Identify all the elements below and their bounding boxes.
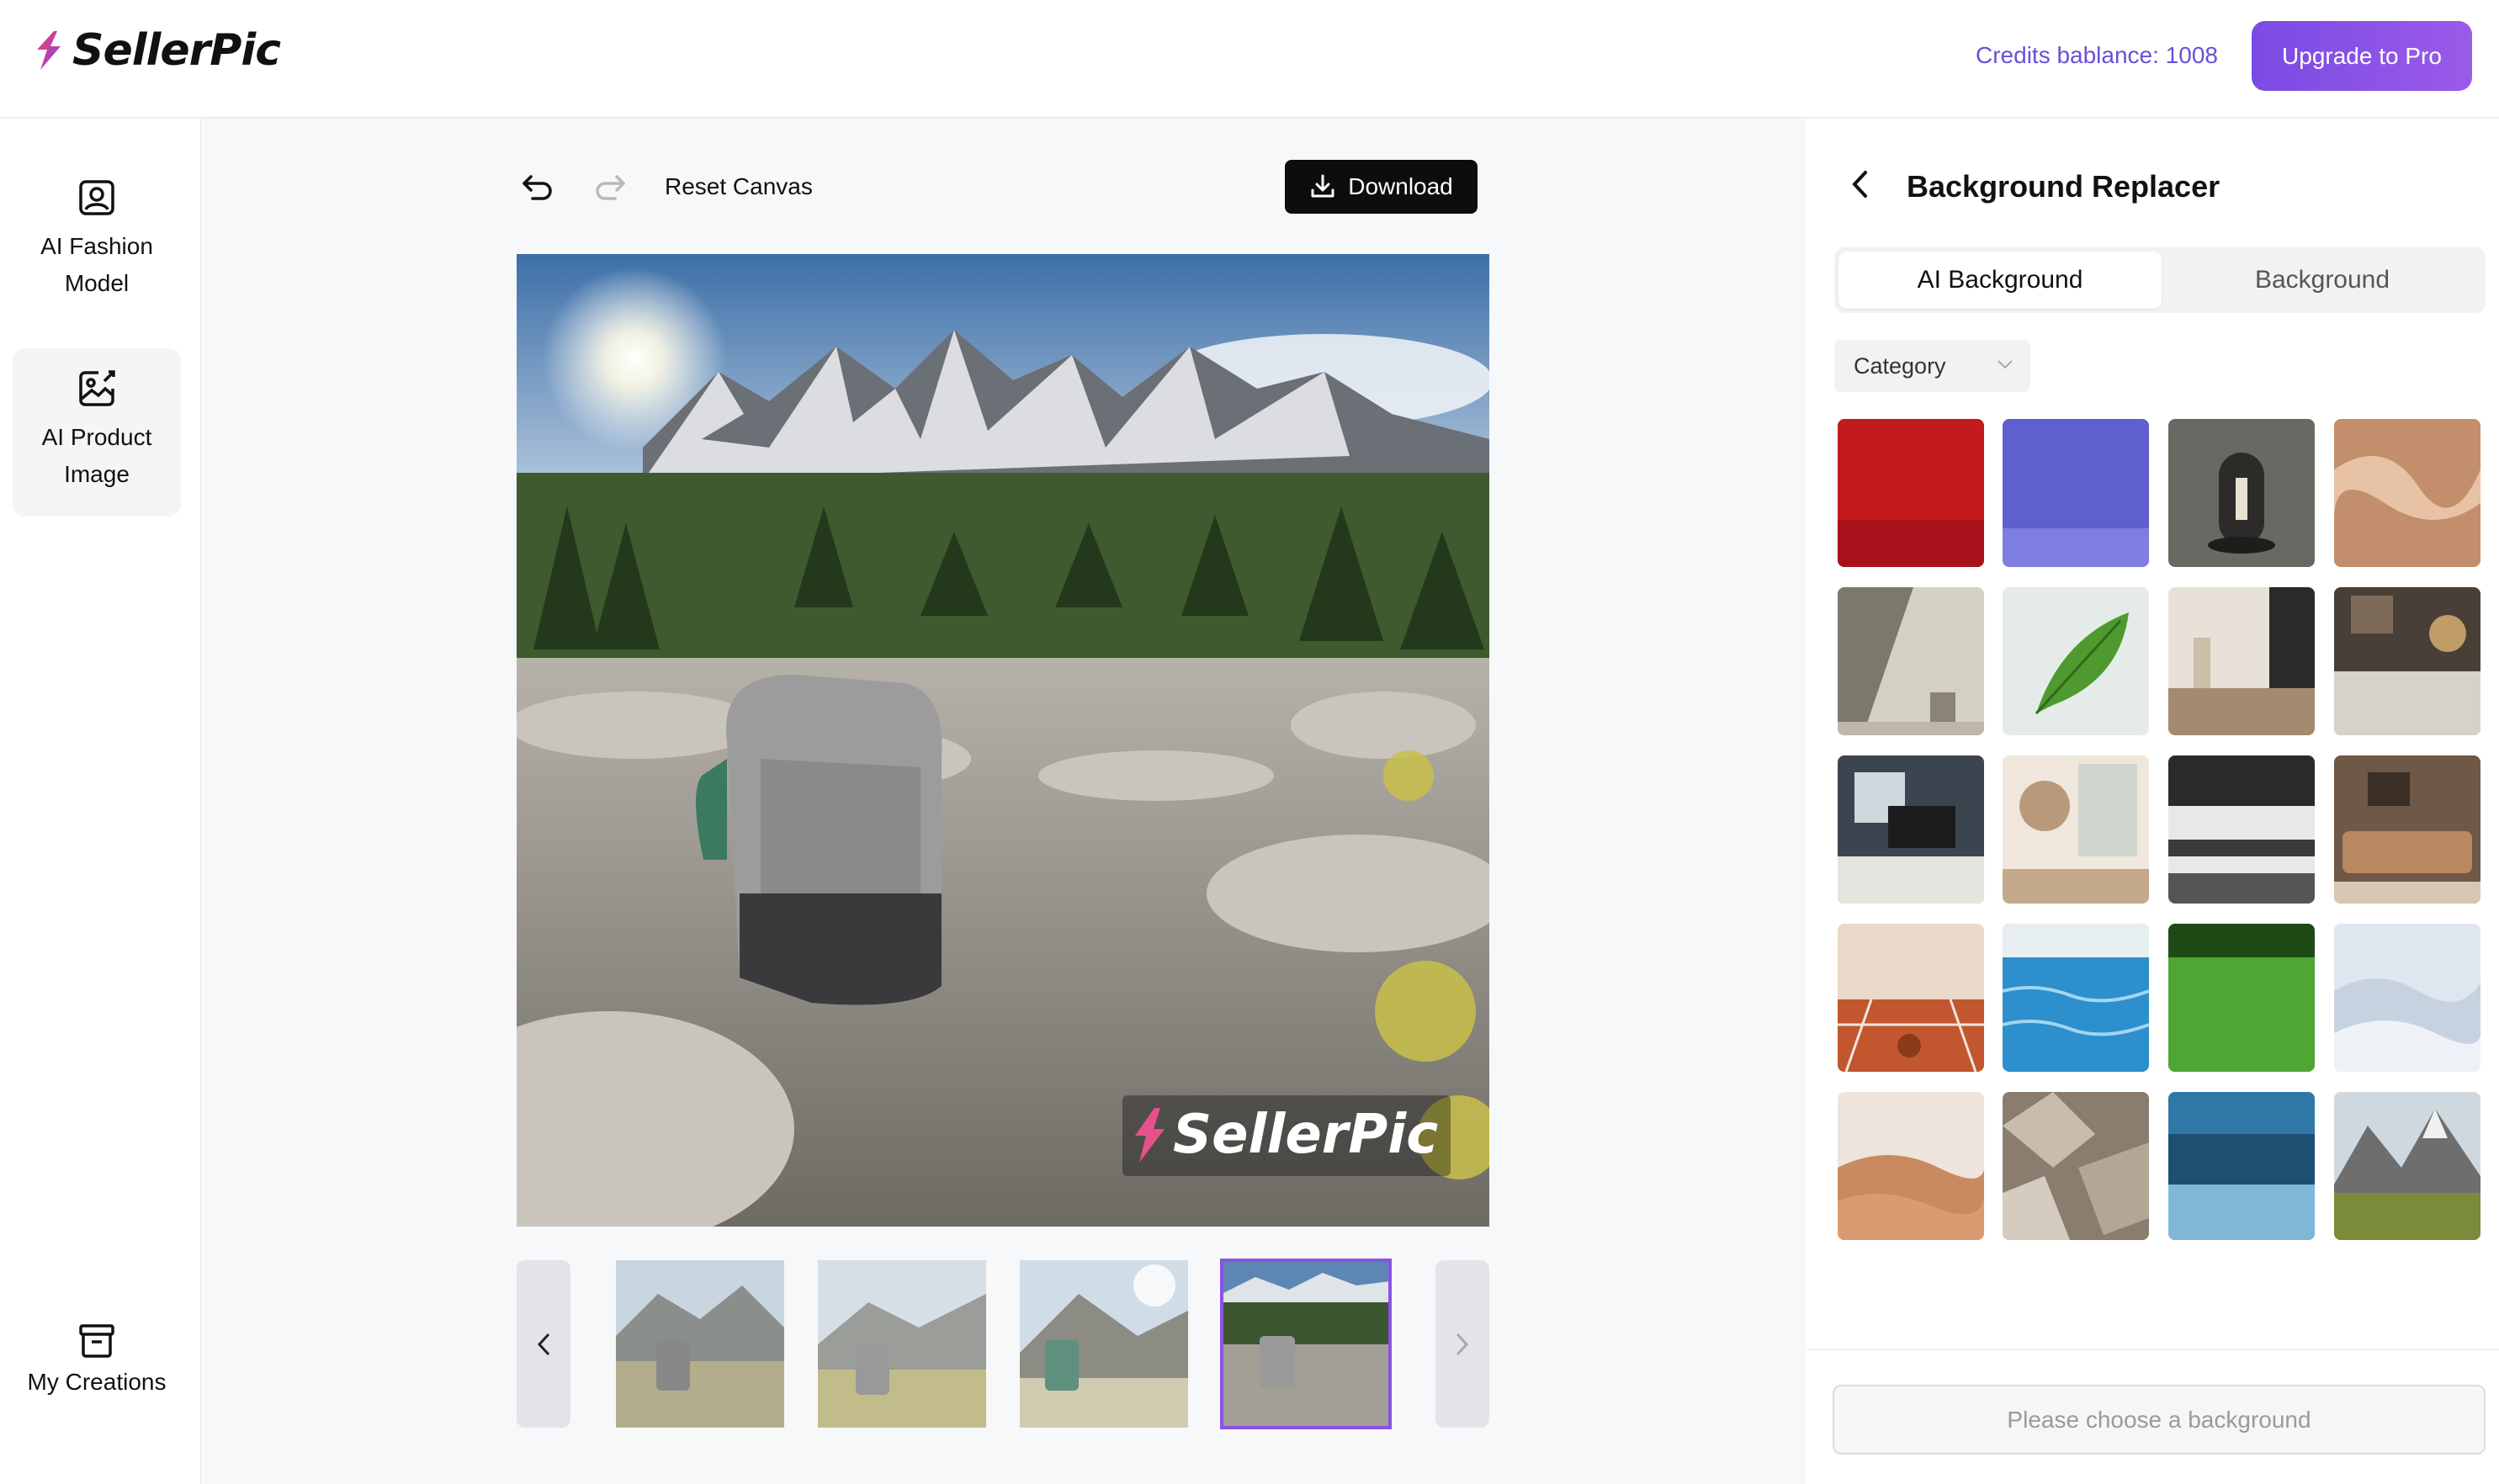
category-dropdown[interactable]: Category xyxy=(1834,340,2030,392)
chevron-right-icon xyxy=(1456,1333,1469,1355)
tile-image xyxy=(2003,419,2149,567)
image-edit-icon xyxy=(79,370,115,406)
tile-image xyxy=(2003,1092,2149,1240)
tile-image xyxy=(1838,924,1984,1072)
undo-button[interactable] xyxy=(517,167,559,209)
thumbnail-image xyxy=(818,1260,986,1428)
thumbnails-next-button[interactable] xyxy=(1435,1260,1489,1428)
tile-image xyxy=(2334,587,2480,735)
background-tile-living-sofa[interactable] xyxy=(2334,755,2480,904)
background-tile-shadow-wall[interactable] xyxy=(1838,587,1984,735)
download-label: Download xyxy=(1348,173,1453,199)
person-card-icon xyxy=(79,180,114,215)
upgrade-button[interactable]: Upgrade to Pro xyxy=(2252,21,2472,91)
background-tile-purple-studio[interactable] xyxy=(2003,419,2149,567)
tab-ai-background[interactable]: AI Background xyxy=(1838,252,2162,309)
background-tile-grass-field[interactable] xyxy=(2168,924,2315,1072)
tile-image xyxy=(2334,419,2480,567)
chevron-down-icon xyxy=(1998,360,2013,369)
tile-image xyxy=(1838,755,1984,904)
undo-icon xyxy=(523,175,552,200)
watermark-text: SellerPic xyxy=(1173,1104,1438,1166)
tile-image xyxy=(2168,755,2315,904)
sidebar-item-label: AI Product Image xyxy=(41,424,152,487)
thumbnail-4-selected[interactable] xyxy=(1220,1259,1392,1429)
redo-icon xyxy=(596,175,625,200)
sidebar-item-label: My Creations xyxy=(27,1369,167,1395)
background-tile-satin-fabric[interactable] xyxy=(2334,419,2480,567)
mountain-backpack-photo: SellerPic xyxy=(517,254,1489,1227)
reset-canvas-button[interactable]: Reset Canvas xyxy=(665,173,813,200)
tab-background[interactable]: Background xyxy=(2161,252,2484,309)
tile-image xyxy=(1838,1092,1984,1240)
background-tile-office-desk[interactable] xyxy=(1838,755,1984,904)
top-header: SellerPic Credits bablance: 1008 Upgrade… xyxy=(0,0,2499,119)
thumbnail-image xyxy=(1020,1260,1188,1428)
sidebar-item-ai-product-image[interactable]: AI Product Image xyxy=(13,348,181,517)
background-tile-kitchen-shelf[interactable] xyxy=(2168,755,2315,904)
background-tile-bedroom[interactable] xyxy=(2334,587,2480,735)
tile-image xyxy=(2003,755,2149,904)
download-button[interactable]: Download xyxy=(1285,160,1478,214)
archive-box-icon xyxy=(79,1324,114,1358)
tile-image xyxy=(1838,587,1984,735)
tile-image xyxy=(2168,587,2315,735)
sidebar-item-label: AI Fashion Model xyxy=(40,233,153,296)
main-canvas-image[interactable]: SellerPic xyxy=(517,254,1489,1227)
tile-image xyxy=(2168,419,2315,567)
thumbnails-prev-button[interactable] xyxy=(517,1260,570,1428)
sidebar-item-my-creations[interactable]: My Creations xyxy=(13,1305,181,1414)
chevron-left-icon xyxy=(1852,171,1867,198)
background-tile-red-studio[interactable] xyxy=(1838,419,1984,567)
download-icon xyxy=(1311,174,1334,198)
credits-balance: Credits bablance: 1008 xyxy=(1976,42,2218,68)
background-tile-tennis-court[interactable] xyxy=(1838,924,1984,1072)
background-tile-pool-water[interactable] xyxy=(2003,924,2149,1072)
background-tabs: AI Background Background xyxy=(1834,247,2486,313)
background-tile-desert-dunes[interactable] xyxy=(1838,1092,1984,1240)
thumbnail-image xyxy=(1222,1260,1390,1428)
background-tile-flower-room[interactable] xyxy=(2003,755,2149,904)
background-tile-rocks[interactable] xyxy=(2003,1092,2149,1240)
redo-button[interactable] xyxy=(589,167,631,209)
choose-background-button[interactable]: Please choose a background xyxy=(1833,1385,2486,1455)
tile-image xyxy=(2168,1092,2315,1240)
thumbnail-1[interactable] xyxy=(616,1260,784,1428)
tile-image xyxy=(2168,924,2315,1072)
tile-image xyxy=(2334,924,2480,1072)
tile-image xyxy=(2334,755,2480,904)
background-tile-mountain-valley[interactable] xyxy=(2334,1092,2480,1240)
tile-image xyxy=(1838,419,1984,567)
background-tile-snow-dunes[interactable] xyxy=(2334,924,2480,1072)
lightning-logo-icon xyxy=(37,31,61,70)
logo-text: SellerPic xyxy=(72,25,281,76)
background-replacer-panel: Background Replacer AI Background Backgr… xyxy=(1807,119,2499,1484)
category-label: Category xyxy=(1854,352,1946,379)
thumbnail-2[interactable] xyxy=(818,1260,986,1428)
panel-title: Background Replacer xyxy=(1907,169,2220,204)
canvas-area: Reset Canvas Download SellerPic xyxy=(204,119,1806,1484)
tile-image xyxy=(2334,1092,2480,1240)
thumbnail-3[interactable] xyxy=(1020,1260,1188,1428)
background-tile-dark-pedestal[interactable] xyxy=(2168,419,2315,567)
back-button[interactable] xyxy=(1847,167,1872,205)
sellerpic-logo[interactable]: SellerPic xyxy=(32,25,281,76)
background-tile-kitchen-table[interactable] xyxy=(2168,587,2315,735)
chevron-left-icon xyxy=(537,1333,550,1355)
tile-image xyxy=(2003,587,2149,735)
background-tile-green-leaf[interactable] xyxy=(2003,587,2149,735)
left-sidebar: AI Fashion Model AI Product Image My Cre… xyxy=(0,119,202,1484)
sidebar-item-ai-fashion-model[interactable]: AI Fashion Model xyxy=(13,161,181,312)
background-tile-underwater[interactable] xyxy=(2168,1092,2315,1240)
tile-image xyxy=(2003,924,2149,1072)
thumbnail-image xyxy=(616,1260,784,1428)
